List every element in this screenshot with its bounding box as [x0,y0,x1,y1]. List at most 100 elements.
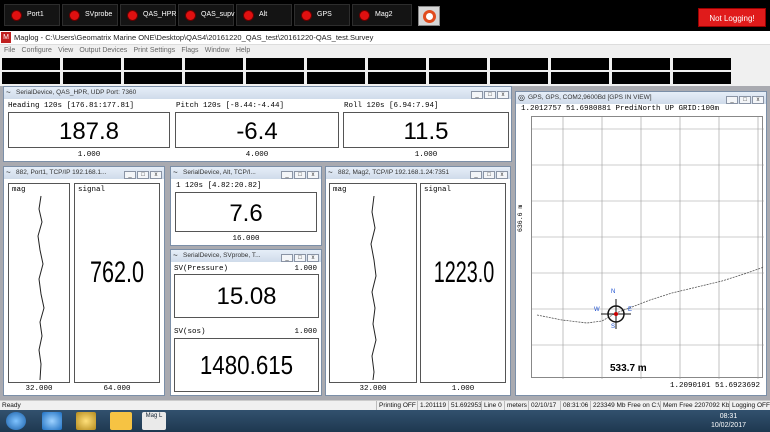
gps-coordinates: 1.2090101 51.6923692 [669,382,760,390]
window-titlebar[interactable]: ~ SerialDevice, QAS_HPR, UDP Port: 7360 _… [4,87,511,99]
status-led-icon [11,10,22,21]
field-box [612,72,670,84]
field-box [63,58,121,70]
menu-output-devices[interactable]: Output Devices [79,45,127,56]
mag-trace-plot [370,195,377,381]
sos-value: 1480.615 [199,350,294,380]
menu-flags[interactable]: Flags [181,45,198,56]
field-box [2,58,60,70]
heading-value: 187.8 [58,118,120,145]
sensor-button-qas-hpr[interactable]: QAS_HPR [120,4,176,26]
alt-panel: 7.6 [175,192,317,232]
signal-wave-icon: ~ [328,168,333,177]
roll-label: Roll 120s [6.94:7.94] [344,102,439,110]
menu-configure[interactable]: Configure [22,45,52,56]
pressure-value: 15.08 [216,283,277,310]
status-led-icon [243,10,254,21]
menu-file[interactable]: File [4,45,15,56]
maglog-taskbar-button[interactable]: Mag L [142,412,166,430]
alt-label: 1 120s [4.82:20.82] [176,182,262,190]
maximize-button[interactable]: □ [294,171,306,179]
map-side-label: 636.6 m [517,204,524,232]
window-titlebar[interactable]: ~882, Mag2, TCP/IP 192.168.1.24:7351 _ □ x [326,167,510,179]
heading-scale: 1.000 [77,151,101,159]
mag-trace-plot [37,195,45,381]
close-button[interactable]: x [307,171,319,179]
menu-print-settings[interactable]: Print Settings [133,45,175,56]
sensor-button-alt[interactable]: Alt [236,4,292,26]
maximize-button[interactable]: □ [483,171,495,179]
close-button[interactable]: x [496,171,508,179]
minimize-button[interactable]: _ [470,171,482,179]
maximize-button[interactable]: □ [739,96,751,104]
status-led-icon [359,10,370,21]
window-titlebar[interactable]: ~ SerialDevice, Alt, TCP/I... _ □ x [171,167,321,179]
sensor-button-mag2[interactable]: Mag2 [352,4,412,26]
close-button[interactable]: x [150,171,162,179]
signal-panel: signal 1223.0 [420,183,506,383]
mag-scale: 32.000 [359,385,387,393]
mag2-window: ~882, Mag2, TCP/IP 192.168.1.24:7351 _ □ x… [325,166,511,396]
sensor-button-qas-supv[interactable]: QAS_supv [178,4,234,26]
close-button[interactable]: x [497,91,509,99]
compass-south: S [611,324,616,330]
mag2-value: 1223.0 [433,256,495,289]
alt-value: 7.6 [229,200,263,227]
app-icon: M [1,32,11,43]
maximize-button[interactable]: □ [137,171,149,179]
status-led-icon [69,10,80,21]
map-grid [532,117,764,379]
sensor-button-svprobe[interactable]: SVprobe [62,4,118,26]
sos-panel: 1480.615 [174,338,319,392]
window-titlebar[interactable]: ~882, Port1, TCP/IP 192.168.1... _ □ x [4,167,164,179]
minimize-button[interactable]: _ [281,171,293,179]
minimize-button[interactable]: _ [726,96,738,104]
mag-scale: 32.000 [25,385,53,393]
pitch-scale: 4.000 [245,151,269,159]
sensor-toolbar: Port1 SVprobe QAS_HPR QAS_supv Alt GPS M… [0,0,770,29]
compass-east: E [628,307,633,313]
signal-label: signal [424,186,452,194]
minimize-button[interactable]: _ [281,254,293,262]
field-box [307,58,365,70]
sos-scale: 1.000 [294,328,317,336]
maximize-button[interactable]: □ [484,91,496,99]
sensor-button-gps[interactable]: GPS [294,4,350,26]
field-box [551,72,609,84]
maximize-button[interactable]: □ [294,254,306,262]
pressure-scale: 1.000 [294,265,317,273]
lifebuoy-icon[interactable] [418,6,440,26]
menu-window[interactable]: Window [205,45,230,56]
menu-help[interactable]: Help [236,45,250,56]
ie-icon[interactable] [42,412,62,430]
sensor-button-port1[interactable]: Port1 [4,4,60,26]
port1-window: ~882, Port1, TCP/IP 192.168.1... _ □ x mag… [3,166,165,396]
signal-wave-icon: ~ [6,88,11,97]
pitch-label: Pitch 120s [-8.44:-4.44] [176,102,285,110]
gps-map[interactable]: N S E W 533.7 m [531,116,764,379]
explorer-icon[interactable] [76,412,96,430]
app-title-bar: M Maglog - C:\Users\Geomatrix Marine ONE… [0,31,770,45]
minimize-button[interactable]: _ [124,171,136,179]
menu-view[interactable]: View [58,45,73,56]
signal-label: signal [78,186,106,194]
status-bar: Ready Printing OFF 1.201119 51.692953 Li… [0,400,770,411]
windows-taskbar: Mag L 08:31 10/02/2017 [0,410,770,432]
field-box [612,58,670,70]
close-button[interactable]: x [752,96,764,104]
close-button[interactable]: x [307,254,319,262]
field-box [673,72,731,84]
folder-icon[interactable] [110,412,132,430]
logging-status-button[interactable]: Not Logging! [698,8,766,27]
minimize-button[interactable]: _ [471,91,483,99]
pitch-panel: -6.4 [175,112,339,148]
start-button[interactable] [6,412,26,430]
field-box [246,58,304,70]
heading-panel: 187.8 [8,112,170,148]
signal-wave-icon: ~ [173,168,178,177]
field-box [490,58,548,70]
signal-scale: 1.000 [451,385,475,393]
window-titlebar[interactable]: ~ SerialDevice, SVprobe, T... _ □ x [171,250,321,262]
window-titlebar[interactable]: ◎ GPS, GPS, COM2,9600Bd [GPS IN VIEW] _ □ x [516,92,766,104]
field-display-bar [0,56,770,86]
